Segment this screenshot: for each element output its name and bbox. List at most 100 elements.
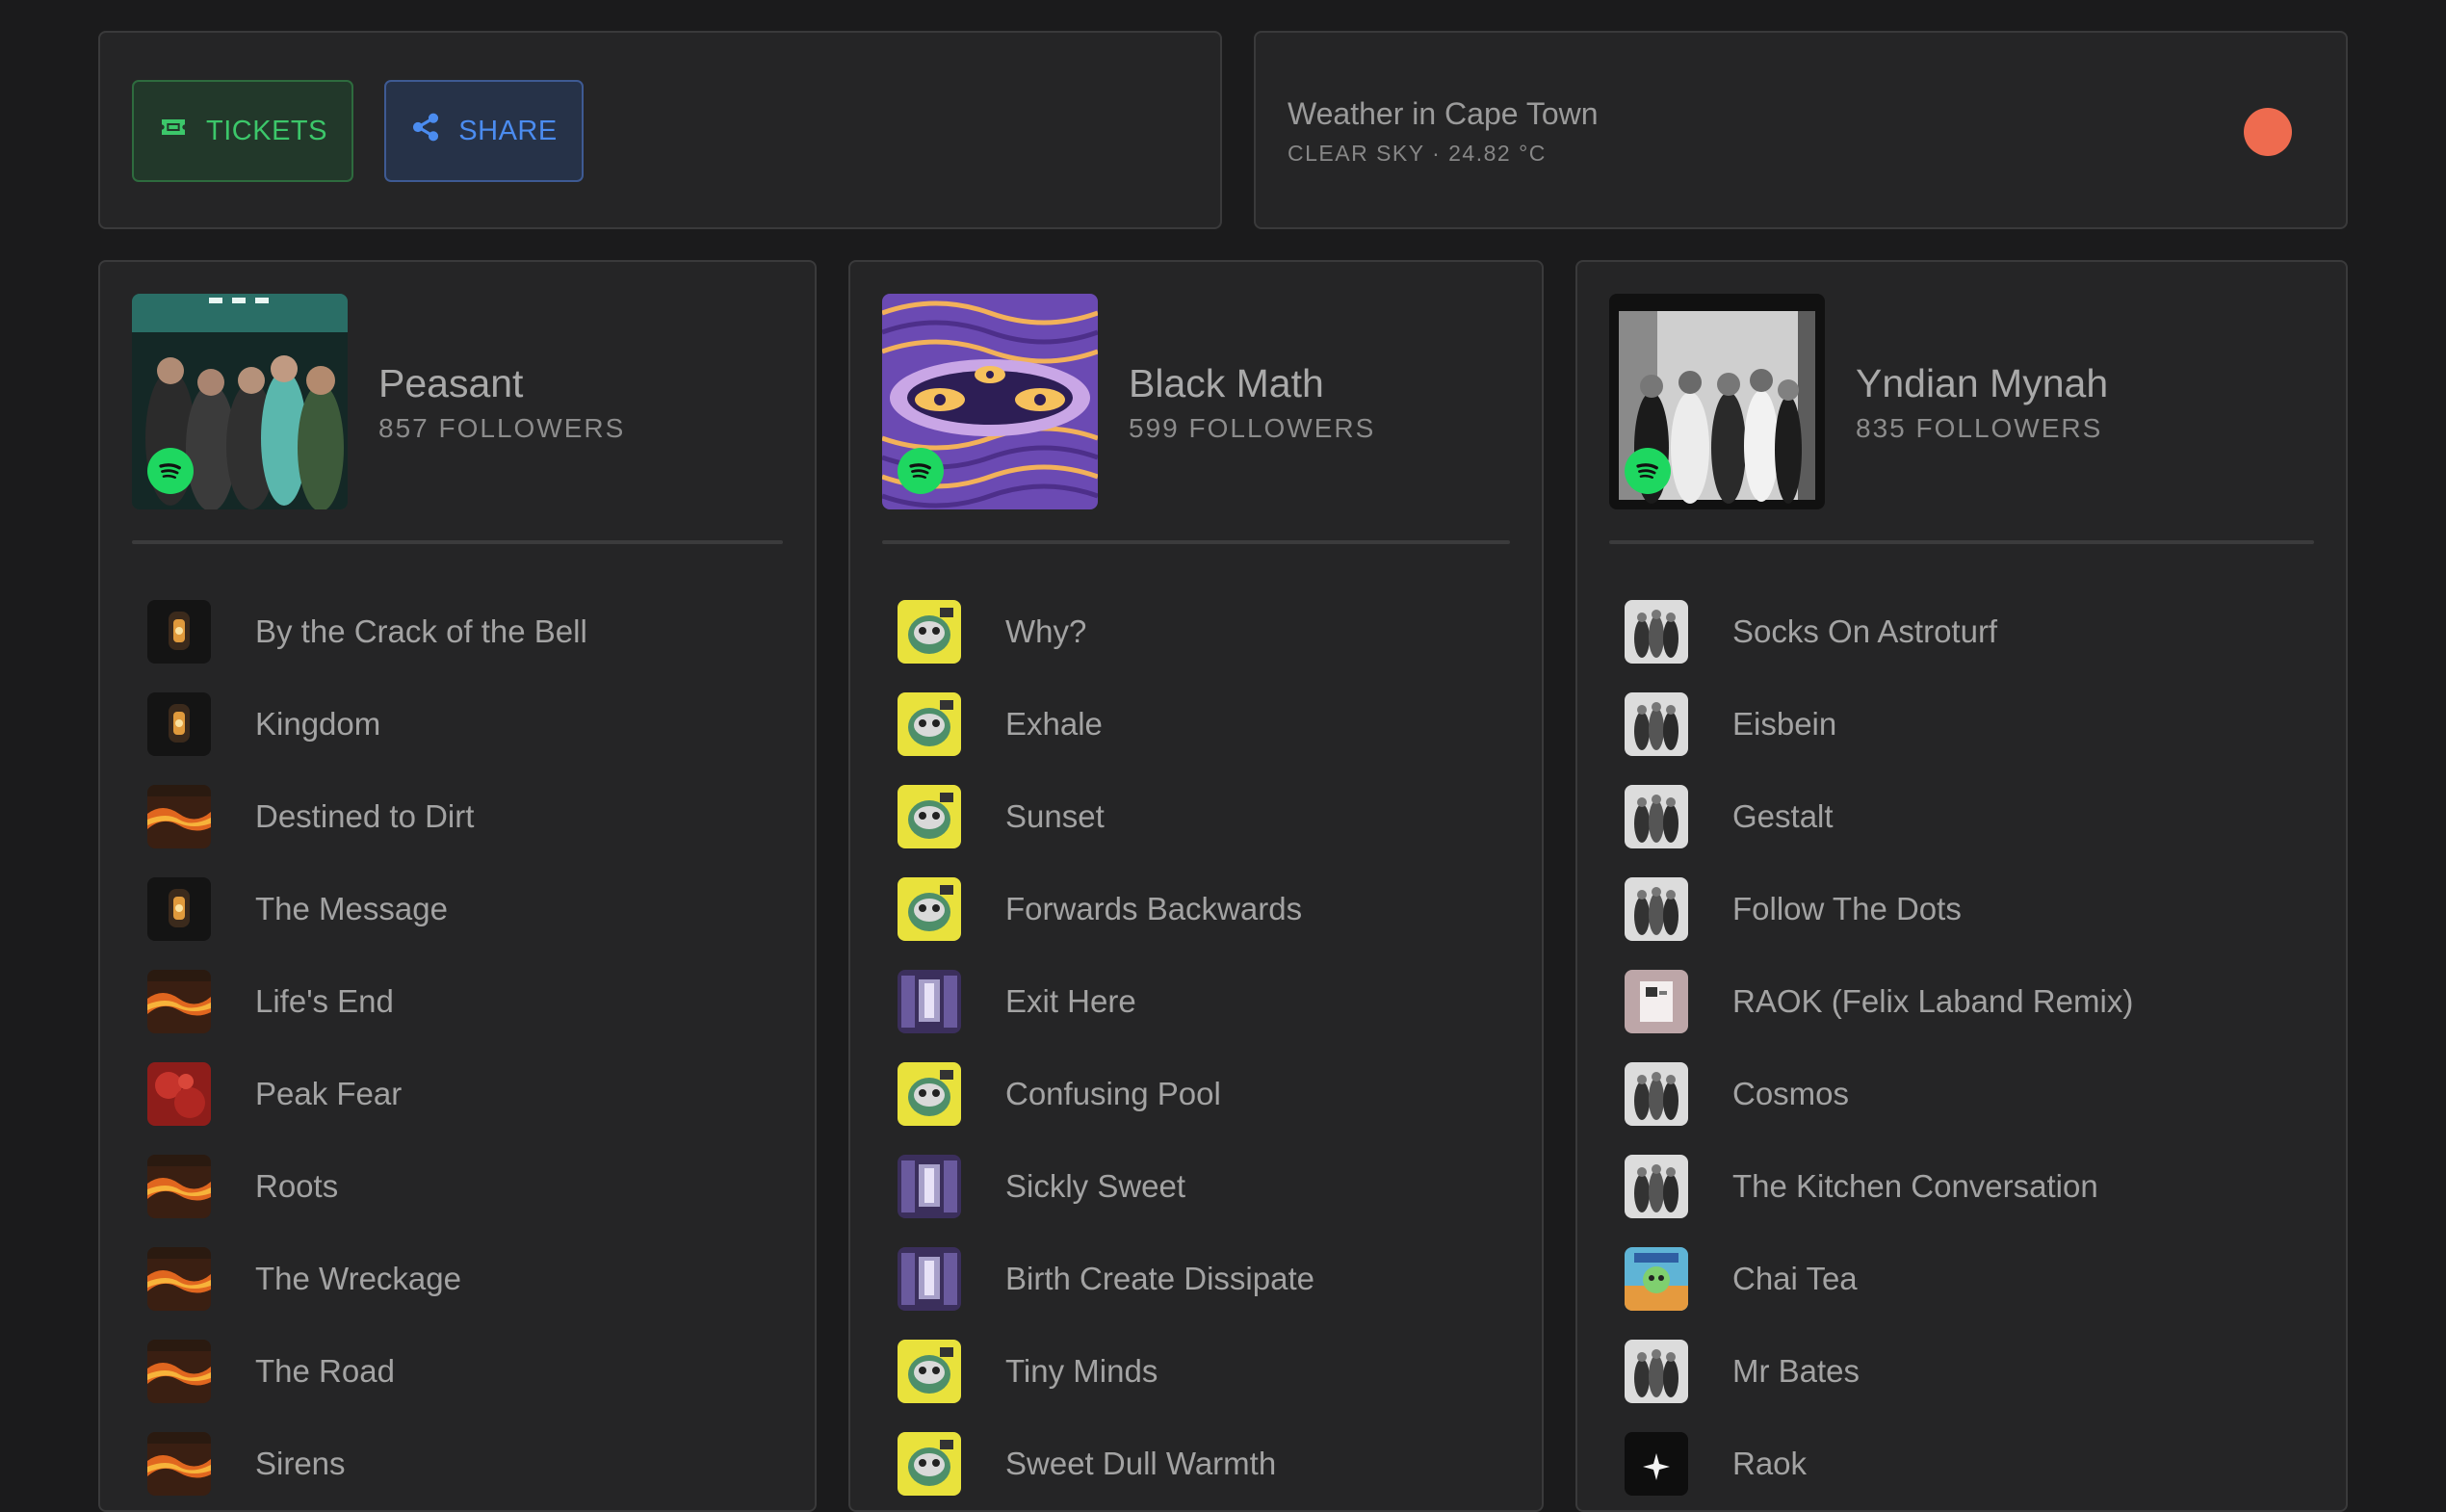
track-title: The Message [255,891,448,926]
track-title: Follow The Dots [1732,891,1962,926]
track-row[interactable]: Cosmos [1625,1048,2314,1140]
share-button[interactable]: SHARE [384,80,584,182]
track-row[interactable]: Sweet Dull Warmth [898,1418,1510,1510]
track-title: Birth Create Dissipate [1005,1261,1314,1296]
track-title: The Kitchen Conversation [1732,1168,2098,1204]
album-art-thumbnail [898,1432,961,1496]
album-art-thumbnail [147,877,211,941]
tickets-button[interactable]: TICKETS [132,80,353,182]
track-row[interactable]: Exhale [898,678,1510,770]
track-row[interactable]: Gestalt [1625,770,2314,863]
album-art-thumbnail [898,970,961,1033]
album-art-thumbnail [1625,692,1688,756]
track-list: Why? Exhale Sunset Forwards Backwards Exit H… [898,586,1510,1510]
track-row[interactable]: Life's End [147,955,783,1048]
divider [882,540,1510,544]
track-list: Socks On Astroturf Eisbein Gestalt Follow T… [1625,586,2314,1510]
album-art-thumbnail [147,1062,211,1126]
track-row[interactable]: The Wreckage [147,1233,783,1325]
album-art-thumbnail [1625,1155,1688,1218]
artist-header: Black Math 599 FOLLOWERS [882,294,1510,509]
share-label: SHARE [458,115,558,146]
track-title: Kingdom [255,706,381,742]
track-row[interactable]: Exit Here [898,955,1510,1048]
artist-photo[interactable] [1609,294,1825,509]
track-row[interactable]: The Message [147,863,783,955]
artist-photo[interactable] [132,294,348,509]
track-row[interactable]: Raok [1625,1418,2314,1510]
track-row[interactable]: Tiny Minds [898,1325,1510,1418]
track-title: Sickly Sweet [1005,1168,1186,1204]
album-art-thumbnail [147,1247,211,1311]
ticket-icon [158,112,189,150]
track-title: Confusing Pool [1005,1076,1221,1111]
track-row[interactable]: Confusing Pool [898,1048,1510,1140]
track-row[interactable]: Socks On Astroturf [1625,586,2314,678]
album-art-thumbnail [147,970,211,1033]
track-title: RAOK (Felix Laband Remix) [1732,983,2134,1019]
track-row[interactable]: Why? [898,586,1510,678]
album-art-thumbnail [147,600,211,664]
track-title: Roots [255,1168,339,1204]
spotify-icon [898,448,944,494]
track-row[interactable]: Follow The Dots [1625,863,2314,955]
weather-conditions: CLEAR SKY · 24.82 °C [1288,141,1547,166]
track-row[interactable]: The Road [147,1325,783,1418]
divider [132,540,783,544]
track-row[interactable]: The Kitchen Conversation [1625,1140,2314,1233]
album-art-thumbnail [147,1432,211,1496]
track-title: Peak Fear [255,1076,403,1111]
track-row[interactable]: Kingdom [147,678,783,770]
track-title: By the Crack of the Bell [255,613,587,649]
track-row[interactable]: Roots [147,1140,783,1233]
track-list: By the Crack of the Bell Kingdom Destined … [147,586,783,1510]
album-art-thumbnail [1625,785,1688,848]
track-title: Life's End [255,983,394,1019]
artist-photo[interactable] [882,294,1098,509]
artist-card-black-math: Black Math 599 FOLLOWERS Why? Exhale Sunse… [848,260,1544,1512]
track-row[interactable]: Destined to Dirt [147,770,783,863]
album-art-thumbnail [1625,1340,1688,1403]
track-row[interactable]: Sickly Sweet [898,1140,1510,1233]
track-title: Exit Here [1005,983,1136,1019]
divider [1609,540,2314,544]
track-row[interactable]: Peak Fear [147,1048,783,1140]
artist-name[interactable]: Peasant [378,361,523,406]
track-row[interactable]: Mr Bates [1625,1325,2314,1418]
track-row[interactable]: Eisbein [1625,678,2314,770]
track-row[interactable]: Forwards Backwards [898,863,1510,955]
artist-followers: 599 FOLLOWERS [1129,413,1376,443]
album-art-thumbnail [147,692,211,756]
weather-card: Weather in Cape Town CLEAR SKY · 24.82 °… [1254,31,2348,229]
artist-name[interactable]: Black Math [1129,361,1324,406]
track-title: Sweet Dull Warmth [1005,1446,1277,1481]
album-art-thumbnail [898,877,961,941]
track-row[interactable]: Chai Tea [1625,1233,2314,1325]
album-art-thumbnail [1625,877,1688,941]
track-title: Why? [1005,613,1087,649]
album-art-thumbnail [898,785,961,848]
track-row[interactable]: Sunset [898,770,1510,863]
album-art-thumbnail [898,1340,961,1403]
track-title: Chai Tea [1732,1261,1858,1296]
track-title: Exhale [1005,706,1103,742]
artist-name[interactable]: Yndian Mynah [1856,361,2108,406]
track-row[interactable]: By the Crack of the Bell [147,586,783,678]
track-title: Forwards Backwards [1005,891,1303,926]
track-title: Cosmos [1732,1076,1850,1111]
album-art-thumbnail [147,785,211,848]
artist-header: Yndian Mynah 835 FOLLOWERS [1609,294,2314,509]
track-title: Sirens [255,1446,346,1481]
track-row[interactable]: Sirens [147,1418,783,1510]
album-art-thumbnail [147,1340,211,1403]
album-art-thumbnail [1625,1247,1688,1311]
track-title: The Road [255,1353,395,1389]
artist-card-peasant: Peasant 857 FOLLOWERS By the Crack of th… [98,260,817,1512]
artist-followers: 857 FOLLOWERS [378,413,626,443]
track-title: Sunset [1005,798,1105,834]
album-art-thumbnail [898,1155,961,1218]
track-row[interactable]: RAOK (Felix Laband Remix) [1625,955,2314,1048]
album-art-thumbnail [898,692,961,756]
weather-title: Weather in Cape Town [1288,96,1599,131]
track-row[interactable]: Birth Create Dissipate [898,1233,1510,1325]
